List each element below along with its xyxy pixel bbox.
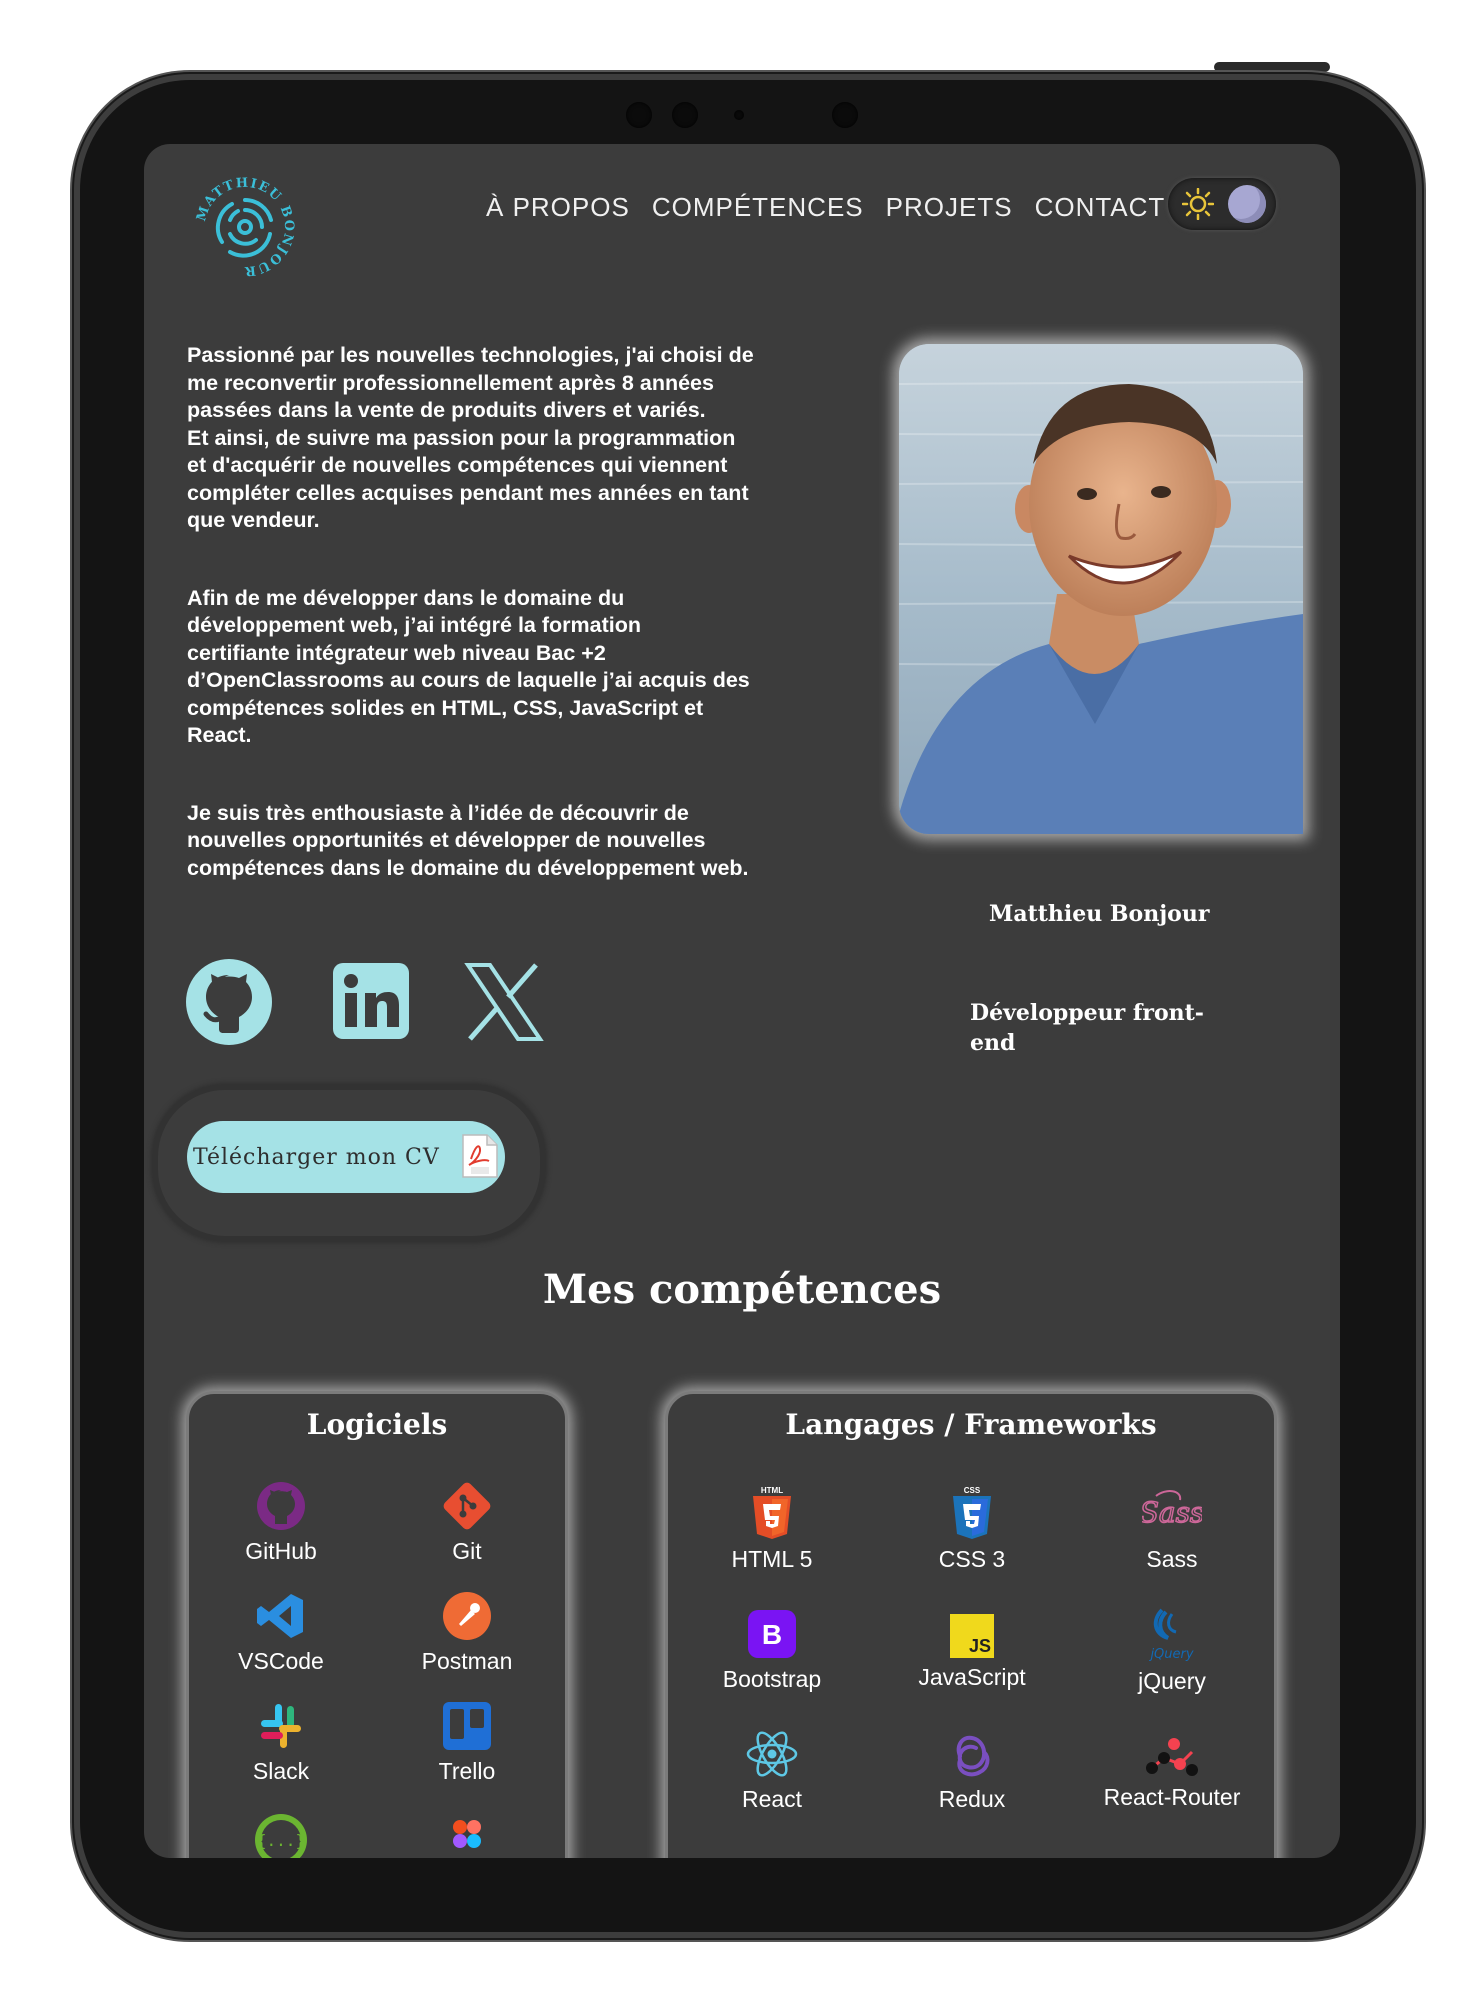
intro-paragraph: Je suis très enthousiaste à l’idée de dé… <box>187 800 749 880</box>
intro-paragraph: Passionné par les nouvelles technologies… <box>187 343 754 532</box>
skill-bootstrap: B Bootstrap <box>682 1608 862 1693</box>
svg-text:CSS: CSS <box>964 1486 981 1495</box>
software-card: Logiciels GitHub Git VSCode Postman Slac… <box>186 1391 568 1858</box>
x-icon <box>464 963 544 1041</box>
github-icon <box>257 1482 305 1530</box>
sun-icon <box>1182 188 1214 220</box>
skill-slack: Slack <box>191 1700 371 1785</box>
skill-label: Sass <box>1146 1546 1198 1572</box>
sensor-dot <box>734 110 744 120</box>
skill-label: Trello <box>438 1758 496 1784</box>
svg-text:{...}: {...} <box>257 1831 305 1850</box>
intro-paragraph: Afin de me développer dans le domaine du… <box>187 585 750 748</box>
download-cv-button[interactable]: Télécharger mon CV <box>187 1121 505 1193</box>
skill-label: JavaScript <box>918 1664 1026 1690</box>
skill-label: Slack <box>252 1758 310 1784</box>
svg-text:B: B <box>762 1619 782 1650</box>
profile-photo <box>899 344 1303 834</box>
skill-label: CSS 3 <box>938 1546 1006 1572</box>
skill-redux: Redux <box>882 1728 1062 1813</box>
linkedin-link[interactable] <box>329 959 415 1045</box>
profile-photo-illustration <box>899 344 1303 834</box>
skill-label: Redux <box>938 1786 1006 1812</box>
skill-label: HTML 5 <box>731 1546 813 1572</box>
code-braces-icon: {...} <box>255 1814 307 1858</box>
skill-label: Git <box>452 1538 482 1564</box>
react-router-icon <box>1146 1738 1198 1776</box>
skill-trello: Trello <box>377 1700 557 1785</box>
svg-text:HTML: HTML <box>761 1486 783 1495</box>
skill-label: GitHub <box>245 1538 317 1564</box>
moon-icon <box>1228 185 1266 223</box>
screen: MATTHIEU BONJOUR À PROPOS COMPÉTENCES PR… <box>144 144 1340 1858</box>
profile-name: Matthieu Bonjour <box>989 901 1210 927</box>
javascript-icon: JS <box>950 1614 994 1658</box>
bootstrap-icon: B <box>748 1610 796 1658</box>
css3-icon: CSS <box>953 1486 991 1539</box>
skill-github: GitHub <box>191 1480 371 1565</box>
skill-javascript: JS JavaScript <box>882 1614 1062 1691</box>
camera-lens-icon <box>832 102 858 128</box>
skill-html5: HTML HTML 5 <box>682 1486 862 1573</box>
nav-link-projets[interactable]: PROJETS <box>886 192 1013 223</box>
trello-icon <box>443 1702 491 1750</box>
logo[interactable]: MATTHIEU BONJOUR <box>190 172 300 282</box>
sensor-icon <box>672 102 698 128</box>
logo-text: MATTHIEU BONJOUR <box>194 176 295 279</box>
skill-sass: Sass Sass <box>1082 1486 1262 1573</box>
svg-text:Sass: Sass <box>1142 1496 1202 1529</box>
sass-icon: Sass <box>1142 1490 1202 1530</box>
svg-text:MATTHIEU BONJOUR: MATTHIEU BONJOUR <box>194 176 296 279</box>
slack-icon <box>261 1704 301 1748</box>
skill-partial-json: {...} <box>191 1812 371 1858</box>
skill-jquery: jQuery jQuery <box>1082 1606 1262 1695</box>
skill-git: Git <box>377 1480 557 1565</box>
git-icon <box>443 1482 491 1530</box>
languages-card-title: Langages / Frameworks <box>785 1408 1157 1441</box>
skill-label: jQuery <box>1138 1668 1206 1694</box>
figma-icon <box>453 1820 481 1848</box>
skill-react-router: React-Router <box>1082 1734 1262 1811</box>
skills-title: Mes compétences <box>542 1266 942 1313</box>
skill-label: Bootstrap <box>722 1666 822 1692</box>
postman-icon <box>443 1592 491 1640</box>
intro-text: Passionné par les nouvelles technologies… <box>187 342 827 932</box>
download-cv-label: Télécharger mon CV <box>193 1144 440 1170</box>
camera-icon <box>626 102 652 128</box>
skill-react: React <box>682 1728 862 1813</box>
skill-label: VSCode <box>238 1648 324 1674</box>
redux-icon <box>956 1735 990 1777</box>
html5-icon: HTML <box>753 1486 791 1539</box>
skill-label: Postman <box>421 1648 513 1674</box>
theme-toggle[interactable] <box>1168 178 1276 230</box>
languages-card: Langages / Frameworks HTML HTML 5 CSS CS… <box>665 1391 1277 1858</box>
skill-css3: CSS CSS 3 <box>882 1486 1062 1573</box>
pdf-icon <box>462 1134 498 1178</box>
react-icon <box>746 1731 798 1777</box>
nav-link-competences[interactable]: COMPÉTENCES <box>652 192 864 223</box>
vscode-icon <box>257 1594 303 1638</box>
software-card-title: Logiciels <box>306 1408 448 1441</box>
nav-link-contact[interactable]: CONTACT <box>1035 192 1166 223</box>
x-link[interactable] <box>460 959 546 1045</box>
jquery-icon: jQuery <box>1148 1608 1194 1662</box>
profile-role: Développeur front-end <box>970 1000 1204 1056</box>
main-nav: À PROPOS COMPÉTENCES PROJETS CONTACT <box>486 192 1165 223</box>
github-icon <box>186 959 272 1045</box>
svg-text:JS: JS <box>969 1636 991 1656</box>
skill-partial-figma <box>377 1818 557 1858</box>
nav-link-a-propos[interactable]: À PROPOS <box>486 192 630 223</box>
svg-text:jQuery: jQuery <box>1148 1647 1193 1662</box>
skill-postman: Postman <box>377 1590 557 1675</box>
github-link[interactable] <box>186 959 272 1045</box>
skill-label: React-Router <box>1103 1784 1241 1810</box>
skill-vscode: VSCode <box>191 1590 371 1675</box>
skill-label: React <box>741 1786 803 1812</box>
linkedin-icon <box>333 963 409 1039</box>
tablet-top-button <box>1214 62 1330 72</box>
